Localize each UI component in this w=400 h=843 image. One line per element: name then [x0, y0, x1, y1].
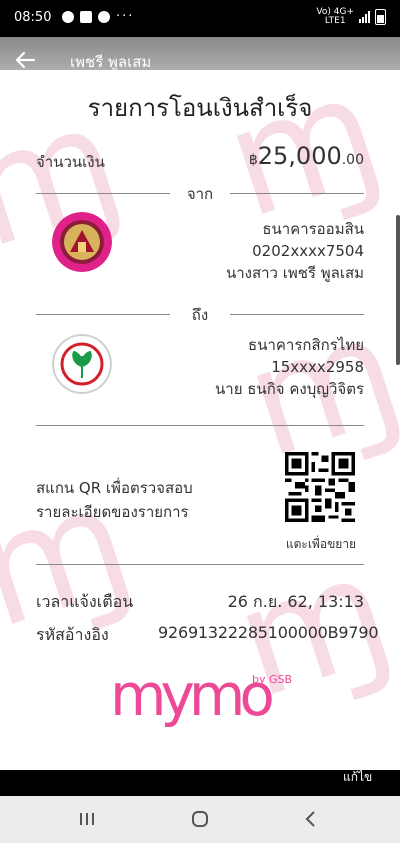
reference-value: 92691322285100000B9790 [158, 623, 379, 642]
sender-details: ธนาคารออมสิน 0202xxxx7504 นางสาว เพชรี พ… [226, 218, 364, 284]
scrollbar[interactable] [396, 215, 400, 365]
amount-value: ฿25,000.00 [248, 142, 364, 170]
more-notifications-icon: ··· [116, 9, 135, 24]
tap-to-enlarge-label[interactable]: แตะเพื่อขยาย [275, 535, 367, 554]
from-label: จาก [170, 182, 230, 206]
signal-icon [359, 11, 370, 23]
back-arrow-icon[interactable] [14, 49, 36, 71]
pencil-icon[interactable] [342, 735, 378, 765]
recipient-bank: ธนาคารกสิกรไทย [248, 336, 364, 354]
qr-instructions: สแกน QR เพื่อตรวจสอบ รายละเอียดของรายการ [36, 479, 193, 521]
system-nav-bar [0, 796, 400, 843]
gallery-icon [80, 10, 92, 23]
kbank-logo [52, 334, 112, 394]
sender-bank: ธนาคารออมสิน [262, 220, 364, 238]
network-indicator: Vo) 4G+ LTE1 [316, 7, 354, 26]
notify-time-value: 26 ก.ย. 62, 13:13 [227, 592, 364, 611]
divider [36, 564, 364, 565]
messenger-icon [62, 10, 74, 23]
recent-apps-icon[interactable] [78, 810, 96, 828]
notification-icons: ··· [62, 9, 134, 24]
recipient-account: 15xxxx2958 [271, 358, 364, 376]
home-icon[interactable] [190, 810, 210, 828]
recipient-details: ธนาคารกสิกรไทย 15xxxx2958 นาย ธนกิจ คงบุ… [215, 334, 364, 400]
notify-time-label: เวลาแจ้งเตือน [36, 592, 134, 611]
system-icons: Vo) 4G+ LTE1 [316, 8, 386, 26]
edit-button[interactable]: แก้ไข [343, 768, 372, 787]
status-time: 08:50 [14, 10, 52, 25]
reference-label: รหัสอ้างอิง [36, 625, 109, 644]
gsb-bank-logo [52, 212, 112, 272]
qr-code[interactable] [285, 452, 355, 522]
page-title: รายการโอนเงินสำเร็จ [87, 94, 313, 122]
svg-text:mymo: mymo [110, 665, 272, 729]
transfer-receipt: ɱ ɱ ɱ ɱ ɱ รายการโอนเงินสำเร็จ จำนวนเงิน … [0, 70, 400, 770]
battery-icon [375, 9, 386, 25]
facebook-icon [98, 10, 110, 23]
svg-text:by GSB: by GSB [252, 673, 292, 686]
back-nav-icon[interactable] [302, 810, 320, 828]
sender-name: นางสาว เพชรี พูลเสม [225, 264, 364, 282]
divider [36, 425, 364, 426]
recipient-name: นาย ธนกิจ คงบุญวิจิตร [215, 380, 364, 398]
sender-account: 0202xxxx7504 [252, 242, 364, 260]
to-label: ถึง [170, 303, 230, 327]
status-bar: 08:50 ··· Vo) 4G+ LTE1 [0, 0, 400, 37]
amount-label: จำนวนเงิน [36, 153, 105, 171]
mymo-brand-logo: mymo by GSB [110, 661, 300, 735]
